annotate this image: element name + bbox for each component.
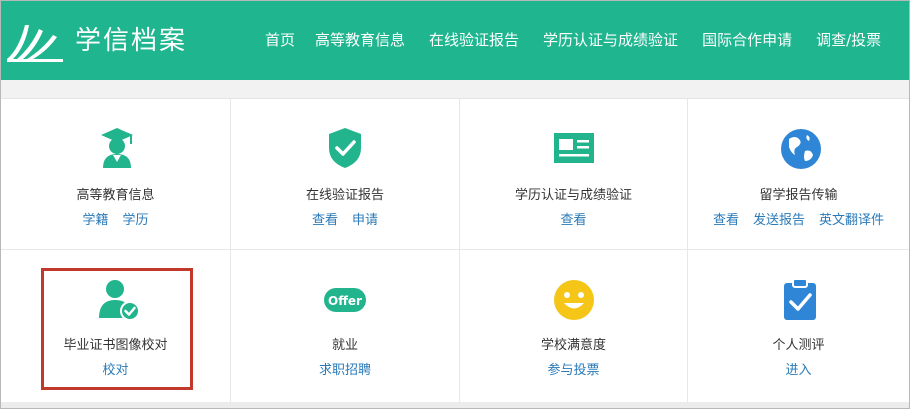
tile-degree-certification[interactable]: 学历认证与成绩验证 查看 [460, 99, 688, 250]
tile-title: 高等教育信息 [76, 188, 155, 203]
site-header: 学信档案 首页 高等教育信息 在线验证报告 学历认证与成绩验证 国际合作申请 调… [1, 1, 909, 80]
tile-title: 个人测评 [772, 338, 825, 353]
link-enrollment[interactable]: 学籍 [82, 213, 108, 228]
tile-title: 学校满意度 [540, 338, 606, 353]
main-nav: 首页 高等教育信息 在线验证报告 学历认证与成绩验证 国际合作申请 调查/投票 [265, 29, 905, 51]
tile-links: 求职招聘 [231, 359, 459, 378]
offer-icon-text: Offer [328, 294, 362, 308]
link-english-translation[interactable]: 英文翻译件 [819, 213, 884, 228]
logo-text[interactable]: 学信档案 [75, 23, 187, 59]
link-view[interactable]: 查看 [312, 213, 338, 228]
tile-school-satisfaction[interactable]: 学校满意度 参与投票 [460, 250, 688, 403]
tile-personal-assessment[interactable]: 个人测评 进入 [688, 250, 909, 403]
smiley-icon [554, 280, 594, 320]
tile-study-abroad-report[interactable]: 留学报告传输 查看 发送报告 英文翻译件 [688, 99, 909, 250]
shield-check-icon [329, 128, 361, 168]
id-card-icon [554, 133, 594, 163]
tile-links: 学籍 学历 [1, 209, 230, 228]
tile-higher-education[interactable]: 高等教育信息 学籍 学历 [1, 99, 231, 250]
tile-online-verification[interactable]: 在线验证报告 查看 申请 [231, 99, 460, 250]
tile-links: 参与投票 [460, 359, 687, 378]
highlight-box [41, 268, 193, 390]
tile-title: 就业 [331, 338, 358, 353]
nav-home[interactable]: 首页 [265, 29, 295, 51]
tile-links: 查看 申请 [231, 209, 459, 228]
globe-icon [781, 129, 821, 169]
tile-employment[interactable]: Offer 就业 求职招聘 [231, 250, 460, 403]
nav-higher-education[interactable]: 高等教育信息 [315, 29, 405, 51]
tile-title: 在线验证报告 [305, 188, 384, 203]
tile-title: 留学报告传输 [759, 188, 838, 203]
link-degree[interactable]: 学历 [123, 213, 149, 228]
link-view[interactable]: 查看 [560, 213, 586, 228]
offer-icon: Offer [324, 288, 366, 312]
link-send-report[interactable]: 发送报告 [753, 213, 805, 228]
nav-survey[interactable]: 调查/投票 [816, 29, 881, 51]
header-gap [1, 80, 909, 98]
nav-international[interactable]: 国际合作申请 [702, 29, 792, 51]
bottom-strip [1, 402, 909, 408]
nav-online-verification[interactable]: 在线验证报告 [429, 29, 519, 51]
nav-degree-certification[interactable]: 学历认证与成绩验证 [543, 29, 678, 51]
graduate-icon [101, 128, 133, 168]
tile-links: 进入 [688, 359, 909, 378]
tile-links: 查看 发送报告 英文翻译件 [688, 209, 909, 228]
link-apply[interactable]: 申请 [352, 213, 378, 228]
link-view[interactable]: 查看 [713, 213, 739, 228]
link-enter[interactable]: 进入 [785, 363, 811, 378]
link-vote[interactable]: 参与投票 [547, 363, 599, 378]
tile-title: 学历认证与成绩验证 [514, 188, 632, 203]
clipboard-check-icon [784, 278, 816, 320]
logo-icon [7, 25, 63, 62]
link-job-search[interactable]: 求职招聘 [319, 363, 371, 378]
tile-links: 查看 [460, 209, 687, 228]
